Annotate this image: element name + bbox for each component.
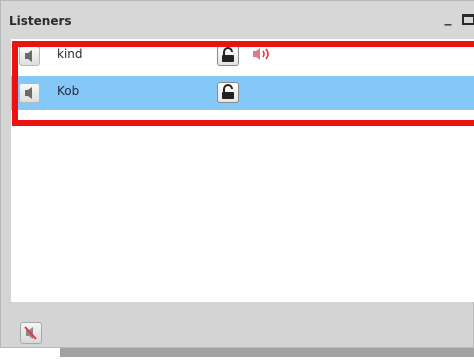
mute-button[interactable] [20,322,42,344]
listeners-window: Listeners _ kind Kob [0,0,474,348]
title-bar[interactable]: Listeners _ [1,1,474,39]
maximize-button[interactable] [462,14,474,25]
window-shadow [60,348,474,357]
speaker-muted-icon [24,326,37,340]
highlight-box [12,41,474,126]
minimize-button[interactable]: _ [441,10,455,26]
window-title: Listeners [9,14,72,28]
